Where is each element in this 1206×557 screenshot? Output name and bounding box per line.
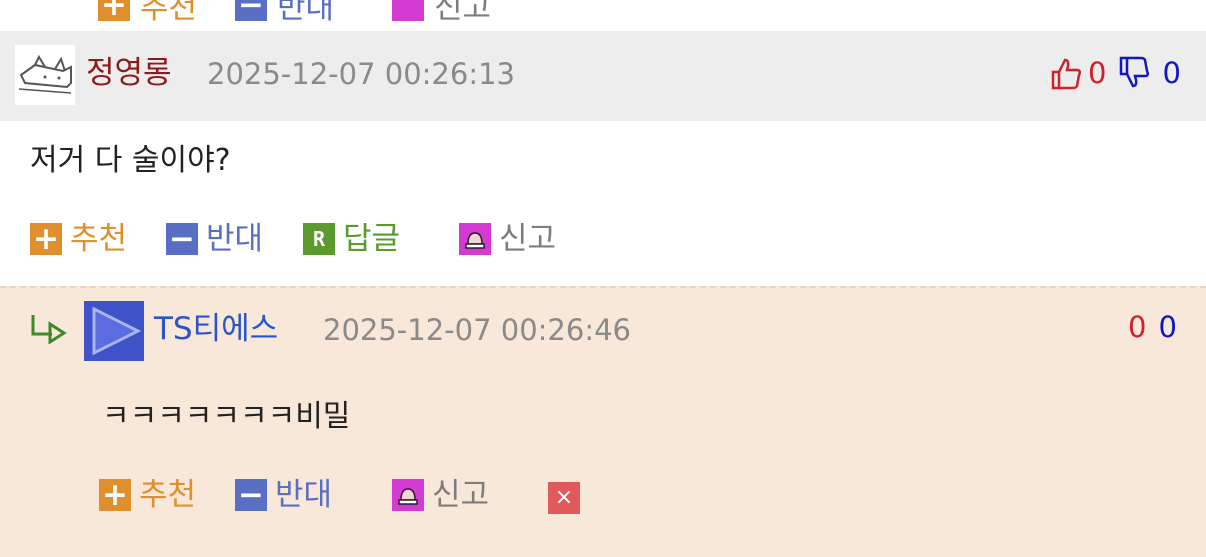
reply-arrow-icon <box>30 312 68 348</box>
recommend-button[interactable]: + 추천 <box>30 218 127 260</box>
reply-recommend-button[interactable]: + 추천 <box>99 474 196 516</box>
oppose-button[interactable]: − 반대 <box>166 218 263 260</box>
reply-icon: R <box>303 223 335 255</box>
reply-button[interactable]: R 답글 <box>303 218 400 260</box>
like-count: 0 <box>1128 310 1147 344</box>
alarm-icon <box>392 479 424 511</box>
comment-author[interactable]: 정영롱 <box>86 52 172 94</box>
comment-text: 저거 다 술이야? <box>30 143 231 178</box>
reply-author[interactable]: TS티에스 <box>154 308 278 350</box>
reply-timestamp: 2025-12-07 00:26:46 <box>323 313 631 347</box>
prev-report-button[interactable]: 신고 <box>392 0 491 27</box>
next-comment-area <box>0 542 1206 557</box>
reply-text: ㅋㅋㅋㅋㅋㅋㅋ비밀 <box>102 399 351 434</box>
report-button[interactable]: 신고 <box>459 218 556 260</box>
comment-timestamp: 2025-12-07 00:26:13 <box>207 57 515 91</box>
plus-icon: + <box>98 0 130 23</box>
minus-icon: − <box>166 221 198 257</box>
comment-votes: 0 0 <box>1050 52 1181 94</box>
avatar[interactable] <box>84 301 144 361</box>
plus-icon: + <box>99 477 131 513</box>
alarm-icon <box>459 223 491 255</box>
reply-votes: 0 0 <box>1128 306 1177 348</box>
dislike-count: 0 <box>1158 310 1177 344</box>
reply-oppose-button[interactable]: − 반대 <box>235 474 332 516</box>
avatar[interactable] <box>15 45 75 105</box>
prev-recommend-button[interactable]: + 추천 <box>98 0 197 27</box>
cat-avatar-icon <box>18 54 72 94</box>
thumbs-up-icon[interactable] <box>1050 56 1082 90</box>
play-avatar-icon <box>92 306 142 356</box>
minus-icon: − <box>235 0 267 23</box>
like-count: 0 <box>1088 56 1107 90</box>
prev-oppose-button[interactable]: − 반대 <box>235 0 334 27</box>
dislike-count: 0 <box>1162 56 1181 90</box>
previous-comment-actions: + 추천 − 반대 신고 <box>0 0 1206 32</box>
close-icon: × <box>554 485 574 510</box>
alarm-icon <box>392 0 424 21</box>
plus-icon: + <box>30 221 62 257</box>
delete-button[interactable]: × <box>548 482 580 514</box>
minus-icon: − <box>235 477 267 513</box>
thumbs-down-icon[interactable] <box>1118 56 1150 90</box>
comment-header <box>0 31 1206 121</box>
reply-report-button[interactable]: 신고 <box>392 474 489 516</box>
